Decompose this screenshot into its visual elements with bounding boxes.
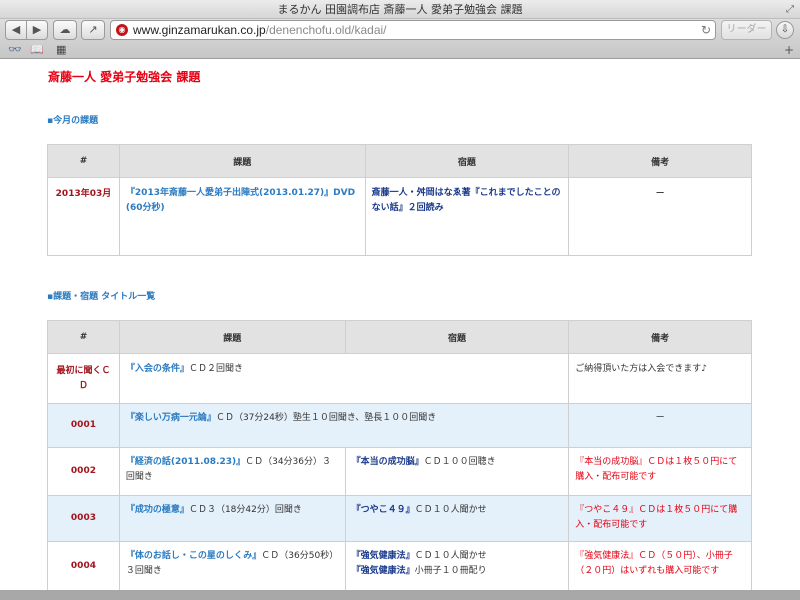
row-month: 2013年03月 (47, 177, 120, 256)
bookmarks-bar: 👓 📖 ▦ + (0, 42, 800, 59)
browser-toolbar: ◀ ▶ ☁ ↗ ◉ www.ginzamarukan.co.jp/denench… (0, 19, 800, 42)
homework-link[interactable]: 『強気健康法』 (352, 551, 415, 561)
row-task-cell: 『入会の条件』ＣＤ２回聞き (118, 353, 570, 404)
row-num: 0003 (47, 495, 120, 542)
row-num: 0002 (47, 447, 120, 496)
col-header-task: 課題 (118, 144, 366, 178)
share-button[interactable]: ↗ (81, 20, 105, 40)
homework-text: ＣＤ１００回聴き (423, 457, 496, 467)
section-heading-list: ▪課題・宿題 タイトル一覧 (47, 292, 156, 302)
back-arrow-icon: ◀ (11, 23, 21, 36)
row-task-cell: 『2013年斎藤一人愛弟子出陣式(2013.01.27)』DVD (60分秒) (118, 177, 366, 256)
col-header-num: # (47, 320, 120, 354)
table-row: 0004 『体のお話し・この星のしくみ』ＣＤ（36分50秒）３回聞き 『強気健康… (47, 541, 752, 590)
task-text: ＣＤ（37分24秒）塾生１０回聞き、塾長１００回聞き (215, 413, 437, 423)
col-header-homework: 宿題 (364, 144, 570, 178)
task-link[interactable]: 『2013年斎藤一人愛弟子出陣式(2013.01.27)』DVD (126, 188, 355, 198)
back-button[interactable]: ◀ (5, 20, 27, 40)
col-header-homework: 宿題 (344, 320, 570, 354)
reload-icon[interactable]: ↻ (701, 21, 711, 39)
table-row: 2013年03月 『2013年斎藤一人愛弟子出陣式(2013.01.27)』DV… (47, 177, 752, 256)
homework-text: 斎藤一人・舛岡はなゑ著『これまでしたことのない話』２回読み (371, 188, 561, 213)
page-content: 斎藤一人 愛弟子勉強会 課題 ▪今月の課題 # 課題 宿題 備考 2013年03… (0, 59, 800, 590)
task-link[interactable]: 『楽しい万病一元論』 (126, 413, 216, 423)
row-num: 最初に聞くＣＤ (47, 353, 120, 404)
row-num: 0004 (47, 541, 120, 590)
forward-button[interactable]: ▶ (26, 20, 48, 40)
row-task-cell: 『楽しい万病一元論』ＣＤ（37分24秒）塾生１０回聞き、塾長１００回聞き (118, 403, 570, 448)
row-homework-cell: 『本当の成功脳』ＣＤ１００回聴き (344, 447, 570, 496)
col-header-notes: 備考 (568, 144, 752, 178)
icloud-tabs-button[interactable]: ☁ (53, 20, 77, 40)
homework-link[interactable]: 『本当の成功脳』 (352, 457, 424, 467)
table-header-row: # 課題 宿題 備考 (47, 320, 752, 354)
table-row: 最初に聞くＣＤ 『入会の条件』ＣＤ２回聞き ご納得頂いた方は入会できます♪ (47, 353, 752, 404)
reader-button[interactable]: リーダー (721, 20, 772, 40)
task-link[interactable]: 『入会の条件』 (126, 364, 189, 374)
col-header-task: 課題 (118, 320, 346, 354)
share-icon: ↗ (88, 23, 98, 36)
task-link[interactable]: 『成功の極意』 (126, 505, 189, 515)
row-homework-cell: 『つやこ４９』ＣＤ１０人聞かせ (344, 495, 570, 542)
table-row: 0002 『経済の話(2011.08.23)』ＣＤ（34分36分）３回聞き 『本… (47, 447, 752, 496)
row-task-cell: 『体のお話し・この星のしくみ』ＣＤ（36分50秒）３回聞き (118, 541, 346, 590)
homework-link[interactable]: 『つやこ４９』 (352, 505, 415, 515)
url-path: /denenchofu.old/kadai/ (265, 23, 387, 37)
row-notes: ご納得頂いた方は入会できます♪ (568, 353, 752, 404)
address-bar[interactable]: ◉ www.ginzamarukan.co.jp/denenchofu.old/… (110, 20, 716, 40)
task-list-table: # 課題 宿題 備考 最初に聞くＣＤ 『入会の条件』ＣＤ２回聞き ご納得頂いた方… (47, 320, 752, 590)
col-header-num: # (47, 144, 120, 178)
task-text: ＣＤ３（18分42分）回聞き (188, 505, 302, 515)
homework-text: ＣＤ１０人聞かせ (414, 551, 487, 561)
downloads-icon[interactable]: ⇩ (776, 21, 794, 39)
row-notes: ー (568, 177, 752, 256)
table-header-row: # 課題 宿題 備考 (47, 144, 752, 178)
monthly-task-table: # 課題 宿題 備考 2013年03月 『2013年斎藤一人愛弟子出陣式(201… (47, 144, 752, 256)
forward-arrow-icon: ▶ (32, 23, 42, 36)
table-row: 0001 『楽しい万病一元論』ＣＤ（37分24秒）塾生１０回聞き、塾長１００回聞… (47, 403, 752, 448)
homework-text-2: 小冊子１０冊配り (414, 566, 487, 576)
section-heading-monthly: ▪今月の課題 (47, 116, 99, 126)
row-homework-cell: 『強気健康法』ＣＤ１０人聞かせ 『強気健康法』小冊子１０冊配り (344, 541, 570, 590)
row-notes: 『強気健康法』ＣＤ（５０円）、小冊子（２０円）はいずれも購入可能です (568, 541, 752, 590)
row-notes: ー (568, 403, 752, 448)
new-tab-plus-icon[interactable]: + (784, 43, 794, 57)
row-homework-cell: 斎藤一人・舛岡はなゑ著『これまでしたことのない話』２回読み (364, 177, 570, 256)
page-title: 斎藤一人 愛弟子勉強会 課題 (48, 70, 201, 84)
window-title: まるかん 田園調布店 斎藤一人 愛弟子勉強会 課題 (277, 3, 523, 16)
row-notes: 『本当の成功脳』ＣＤは１枚５０円にて購入・配布可能です (568, 447, 752, 496)
col-header-notes: 備考 (568, 320, 752, 354)
task-link[interactable]: 『経済の話(2011.08.23)』 (126, 457, 245, 467)
site-favicon-icon: ◉ (116, 24, 128, 36)
reading-list-icon[interactable]: 👓 (8, 43, 22, 57)
row-task-cell: 『成功の極意』ＣＤ３（18分42分）回聞き (118, 495, 346, 542)
top-sites-grid-icon[interactable]: ▦ (56, 43, 66, 57)
homework-link-2[interactable]: 『強気健康法』 (352, 566, 415, 576)
task-text: ＣＤ２回聞き (188, 364, 243, 374)
window-bottom-edge (0, 590, 800, 600)
row-task-cell: 『経済の話(2011.08.23)』ＣＤ（34分36分）３回聞き (118, 447, 346, 496)
cloud-icon: ☁ (59, 23, 71, 36)
fullscreen-icon[interactable]: ⤢ (786, 0, 794, 19)
url-text[interactable]: www.ginzamarukan.co.jp/denenchofu.old/ka… (133, 21, 387, 39)
task-duration: (60分秒) (125, 203, 165, 213)
task-link[interactable]: 『体のお話し・この星のしくみ』 (126, 551, 261, 561)
bookmarks-icon[interactable]: 📖 (30, 43, 44, 57)
table-row: 0003 『成功の極意』ＣＤ３（18分42分）回聞き 『つやこ４９』ＣＤ１０人聞… (47, 495, 752, 542)
homework-text: ＣＤ１０人聞かせ (414, 505, 487, 515)
window-titlebar: まるかん 田園調布店 斎藤一人 愛弟子勉強会 課題 ⤢ (0, 0, 800, 19)
row-num: 0001 (47, 403, 120, 448)
url-host: www.ginzamarukan.co.jp (133, 23, 266, 37)
row-notes: 『つやこ４９』ＣＤは１枚５０円にて購入・配布可能です (568, 495, 752, 542)
